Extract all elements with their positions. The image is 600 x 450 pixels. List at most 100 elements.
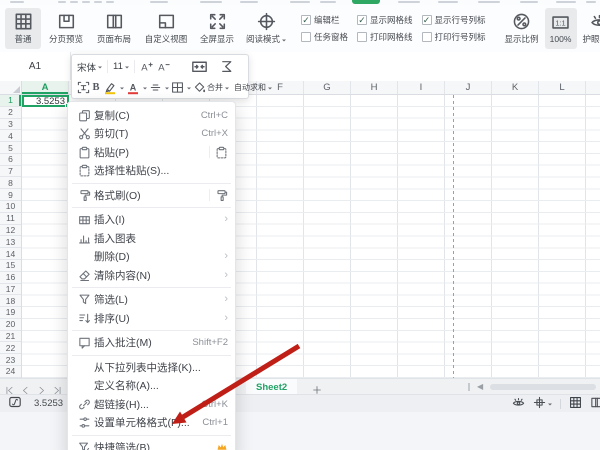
row-header-16[interactable]: 16 — [0, 272, 21, 284]
borders-button[interactable] — [169, 81, 185, 94]
menu-item-paste[interactable]: 粘贴(P) — [68, 143, 235, 162]
column-header-g[interactable]: G — [304, 81, 351, 94]
menu-item-insert[interactable]: 插入(I)› — [68, 211, 235, 230]
checkbox-task-pane[interactable]: 任务窗格 — [301, 31, 348, 43]
row-header-8[interactable]: 8 — [0, 177, 21, 189]
row-header-5[interactable]: 5 — [0, 142, 21, 154]
menu-item-filter[interactable]: 筛选(L)› — [68, 291, 235, 310]
column-header-i[interactable]: I — [398, 81, 445, 94]
checkbox-print-gridlines[interactable]: 打印网格线 — [357, 31, 413, 43]
checkbox-show-headings[interactable]: ✓显示行号列标 — [422, 14, 486, 26]
select-all-corner[interactable] — [0, 81, 22, 94]
row-header-18[interactable]: 18 — [0, 295, 21, 307]
row-header-2[interactable]: 2 — [0, 107, 21, 119]
horizontal-scrollbar[interactable] — [490, 384, 596, 390]
sheet-tab-active[interactable]: Sheet2 — [246, 379, 297, 395]
status-divider — [560, 399, 561, 409]
view-button-reading-mode[interactable]: 阅读模式 — [241, 8, 291, 49]
menu-item-clear-contents[interactable]: 清除内容(N)› — [68, 266, 235, 285]
menu-item-hyperlink[interactable]: 超链接(H)...Ctrl+K — [68, 395, 235, 414]
checkbox-show-gridlines[interactable]: ✓显示网格线 — [357, 14, 413, 26]
autosum-button[interactable]: 自动求和 — [234, 82, 272, 93]
column-header-l[interactable]: L — [539, 81, 586, 94]
merge-cells-icon[interactable] — [189, 58, 209, 75]
menu-item-paste-special[interactable]: 选择性粘贴(S)... — [68, 162, 235, 181]
scroll-left-arrow[interactable]: ◀ — [477, 383, 483, 391]
font-name-select[interactable]: 宋体 — [75, 60, 104, 74]
row-header-6[interactable]: 6 — [0, 154, 21, 166]
view-button-custom-views[interactable]: 自定义视图 — [139, 8, 193, 49]
submenu-arrow-icon: › — [224, 313, 228, 324]
row-header-3[interactable]: 3 — [0, 119, 21, 131]
decrease-font-button[interactable]: A — [155, 60, 172, 74]
view-ribbon: 普通分页预览页面布局自定义视图全屏显示阅读模式 ✓编辑栏任务窗格 ✓显示网格线打印… — [0, 5, 600, 53]
checkbox-print-headings[interactable]: 打印行号列标 — [422, 31, 486, 43]
row-header-21[interactable]: 21 — [0, 331, 21, 343]
row-header-17[interactable]: 17 — [0, 284, 21, 296]
bold-button[interactable]: B — [91, 82, 101, 93]
menu-item-define-name[interactable]: 定义名称(A)... — [68, 377, 235, 396]
name-box[interactable]: A1 — [0, 52, 71, 80]
row-header-12[interactable]: 12 — [0, 225, 21, 237]
menu-item-shortcut: Ctrl+K — [201, 399, 228, 410]
row-header-11[interactable]: 11 — [0, 213, 21, 225]
tool-button-zoom-100[interactable]: 1:1100% — [545, 8, 577, 49]
menu-item-delete[interactable]: 删除(D)› — [68, 248, 235, 267]
menu-item-sort[interactable]: 排序(U)› — [68, 309, 235, 328]
autosum-icon[interactable] — [217, 59, 235, 74]
selected-cell-a1[interactable]: 3.5253 — [22, 95, 69, 107]
view-option-checkboxes: ✓编辑栏任务窗格 ✓显示网格线打印网格线 ✓显示行号列标打印行号列标 — [292, 5, 486, 52]
status-js-icon[interactable] — [8, 395, 22, 412]
column-header-k[interactable]: K — [492, 81, 539, 94]
fill-color-button[interactable] — [191, 81, 207, 94]
tool-button-eye-protection[interactable]: 护眼模式 — [579, 8, 600, 49]
row-header-9[interactable]: 9 — [0, 189, 21, 201]
freeze-panes-quick-button[interactable] — [533, 396, 552, 412]
row-header-7[interactable]: 7 — [0, 166, 21, 178]
row-header-20[interactable]: 20 — [0, 319, 21, 331]
row-header-23[interactable]: 23 — [0, 354, 21, 366]
menu-item-format-painter[interactable]: 格式刷(O) — [68, 186, 235, 205]
eye-protection-icon[interactable] — [512, 396, 525, 412]
text-convert-button[interactable] — [75, 81, 91, 94]
menu-item-insert-comment[interactable]: 插入批注(M)Shift+F2 — [68, 334, 235, 353]
view-button-page-break-preview[interactable]: 分页预览 — [43, 8, 89, 49]
menu-item-quick-filter[interactable]: 快捷筛选(B) — [68, 438, 235, 450]
row-header-14[interactable]: 14 — [0, 248, 21, 260]
checkbox-formula-bar[interactable]: ✓编辑栏 — [301, 14, 348, 26]
strikethrough-button[interactable] — [147, 81, 163, 94]
column-header-h[interactable]: H — [351, 81, 398, 94]
increase-font-button[interactable]: A — [138, 60, 155, 74]
highlight-color-button[interactable] — [101, 81, 118, 95]
row-header-19[interactable]: 19 — [0, 307, 21, 319]
row-header-10[interactable]: 10 — [0, 201, 21, 213]
row-header-4[interactable]: 4 — [0, 130, 21, 142]
painter-icon[interactable] — [215, 189, 228, 202]
normal-view-button[interactable] — [569, 396, 582, 412]
row-header-13[interactable]: 13 — [0, 236, 21, 248]
page-layout-view-button[interactable] — [590, 396, 600, 412]
checkbox-label: 显示行号列标 — [435, 14, 486, 26]
merge-cells-button[interactable]: 合并 — [207, 82, 229, 93]
insert-cells-icon — [78, 213, 91, 226]
tool-button-zoom-ratio[interactable]: 显示比例 — [501, 8, 543, 49]
row-header-15[interactable]: 15 — [0, 260, 21, 272]
column-header-a[interactable]: A — [22, 81, 69, 94]
menu-item-cut[interactable]: 剪切(T)Ctrl+X — [68, 125, 235, 144]
menu-item-copy[interactable]: 复制(C)Ctrl+C — [68, 106, 235, 125]
row-headers: 123456789101112131415161718192021222324 — [0, 95, 22, 379]
paste-special-icon[interactable] — [215, 146, 228, 159]
font-size-select[interactable]: 11 — [111, 61, 131, 72]
menu-item-shortcut: Shift+F2 — [192, 337, 228, 348]
menu-item-format-cells[interactable]: 设置单元格格式(F)...Ctrl+1 — [68, 414, 235, 433]
view-button-normal-view[interactable]: 普通 — [5, 8, 41, 49]
column-header-j[interactable]: J — [445, 81, 492, 94]
row-header-1[interactable]: 1 — [0, 95, 21, 107]
view-button-page-layout[interactable]: 页面布局 — [91, 8, 137, 49]
font-color-button[interactable]: A — [124, 81, 141, 95]
menu-item-insert-chart[interactable]: 插入图表 — [68, 229, 235, 248]
view-button-full-screen[interactable]: 全屏显示 — [195, 8, 239, 49]
row-header-24[interactable]: 24 — [0, 366, 21, 378]
row-header-22[interactable]: 22 — [0, 342, 21, 354]
menu-item-pick-from-dropdown[interactable]: 从下拉列表中选择(K)... — [68, 358, 235, 377]
